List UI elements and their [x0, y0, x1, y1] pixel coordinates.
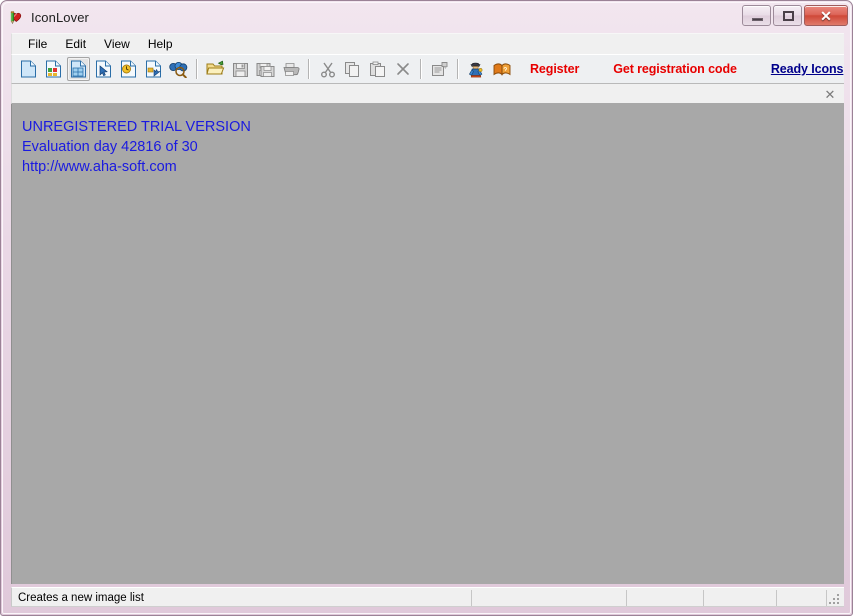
status-divider-2	[626, 590, 627, 606]
copy-icon	[344, 61, 361, 78]
save-all-icon	[256, 61, 275, 78]
toolbar-cut-button[interactable]	[316, 57, 339, 81]
menu-help[interactable]: Help	[140, 34, 182, 54]
open-folder-icon	[206, 60, 225, 78]
menu-edit[interactable]: Edit	[57, 34, 95, 54]
trial-line-1: UNREGISTERED TRIAL VERSION	[22, 119, 251, 135]
toolbar-print-button[interactable]	[279, 57, 302, 81]
trial-line-3[interactable]: http://www.aha-soft.com	[22, 157, 251, 177]
wizard-icon	[467, 60, 486, 78]
close-button[interactable]: ✕	[804, 5, 848, 26]
close-document-icon[interactable]: ✕	[822, 86, 838, 102]
trial-line-2: Evaluation day 42816 of 30	[22, 139, 198, 155]
help-book-icon	[492, 61, 511, 78]
toolbar-new-icon-library-button[interactable]	[42, 57, 65, 81]
toolbar-save-button[interactable]	[229, 57, 252, 81]
close-icon: ✕	[820, 7, 832, 24]
ready-icons-link[interactable]: Ready Icons	[765, 62, 844, 76]
new-animated-cursor-icon	[120, 60, 137, 78]
document-tab-strip: ✕	[11, 84, 844, 104]
register-link[interactable]: Register	[524, 62, 585, 76]
maximize-button[interactable]	[773, 5, 802, 26]
toolbar-new-image-list-button[interactable]	[67, 57, 90, 81]
toolbar-separator-1	[196, 59, 198, 79]
toolbar-properties-button[interactable]	[428, 57, 451, 81]
toolbar-paste-button[interactable]	[366, 57, 389, 81]
properties-icon	[431, 61, 449, 77]
client-area: UNREGISTERED TRIAL VERSION Evaluation da…	[11, 104, 844, 584]
status-panel-4	[706, 589, 774, 607]
window-controls: ✕	[740, 5, 848, 27]
new-image-icon	[20, 60, 37, 78]
toolbar-help-button[interactable]	[490, 57, 513, 81]
status-bar: Creates a new image list	[11, 587, 844, 607]
toolbar-separator-3	[420, 59, 422, 79]
toolbar-open-button[interactable]	[204, 57, 227, 81]
toolbar-save-all-button[interactable]	[254, 57, 277, 81]
status-panel-3	[629, 589, 701, 607]
menu-file[interactable]: File	[20, 34, 56, 54]
resize-grip[interactable]	[829, 592, 841, 604]
toolbar-new-icon-from-image-button[interactable]	[142, 57, 165, 81]
toolbar-find-icons-button[interactable]	[167, 57, 190, 81]
save-icon	[232, 61, 249, 78]
toolbar-wizard-button[interactable]	[465, 57, 488, 81]
get-registration-code-link[interactable]: Get registration code	[607, 62, 743, 76]
status-panel-2	[474, 589, 624, 607]
menu-view[interactable]: View	[96, 34, 139, 54]
new-cursor-icon	[95, 60, 112, 78]
toolbar-new-animated-cursor-button[interactable]	[117, 57, 140, 81]
search-ico-icon	[169, 60, 188, 78]
cut-icon	[320, 61, 336, 78]
status-divider-5	[826, 590, 827, 606]
toolbar-separator-2	[308, 59, 310, 79]
toolbar-new-image-button[interactable]	[17, 57, 40, 81]
new-icon-from-image-icon	[145, 60, 162, 78]
toolbar-new-cursor-button[interactable]	[92, 57, 115, 81]
application-window: IconLover ✕ File Edit View Help Register…	[0, 0, 853, 616]
title-bar[interactable]: IconLover ✕	[1, 1, 853, 33]
trial-notice: UNREGISTERED TRIAL VERSION Evaluation da…	[22, 117, 251, 177]
status-hint: Creates a new image list	[18, 592, 144, 604]
heart-pencil-icon	[9, 10, 25, 26]
minimize-icon	[752, 18, 763, 21]
status-divider-1	[471, 590, 472, 606]
toolbar-delete-button[interactable]	[391, 57, 414, 81]
paste-icon	[369, 61, 386, 78]
status-panel-5	[779, 589, 824, 607]
toolbar-separator-4	[457, 59, 459, 79]
status-divider-4	[776, 590, 777, 606]
status-divider-3	[703, 590, 704, 606]
menu-bar: File Edit View Help	[11, 33, 844, 54]
window-title: IconLover	[31, 10, 89, 25]
new-icon-library-icon	[45, 60, 62, 78]
new-image-list-icon	[70, 60, 87, 78]
maximize-icon	[783, 11, 794, 21]
delete-icon	[395, 61, 411, 77]
toolbar-copy-button[interactable]	[341, 57, 364, 81]
print-icon	[282, 61, 300, 78]
minimize-button[interactable]	[742, 5, 771, 26]
main-toolbar: Register Get registration code Ready Ico…	[11, 54, 844, 84]
